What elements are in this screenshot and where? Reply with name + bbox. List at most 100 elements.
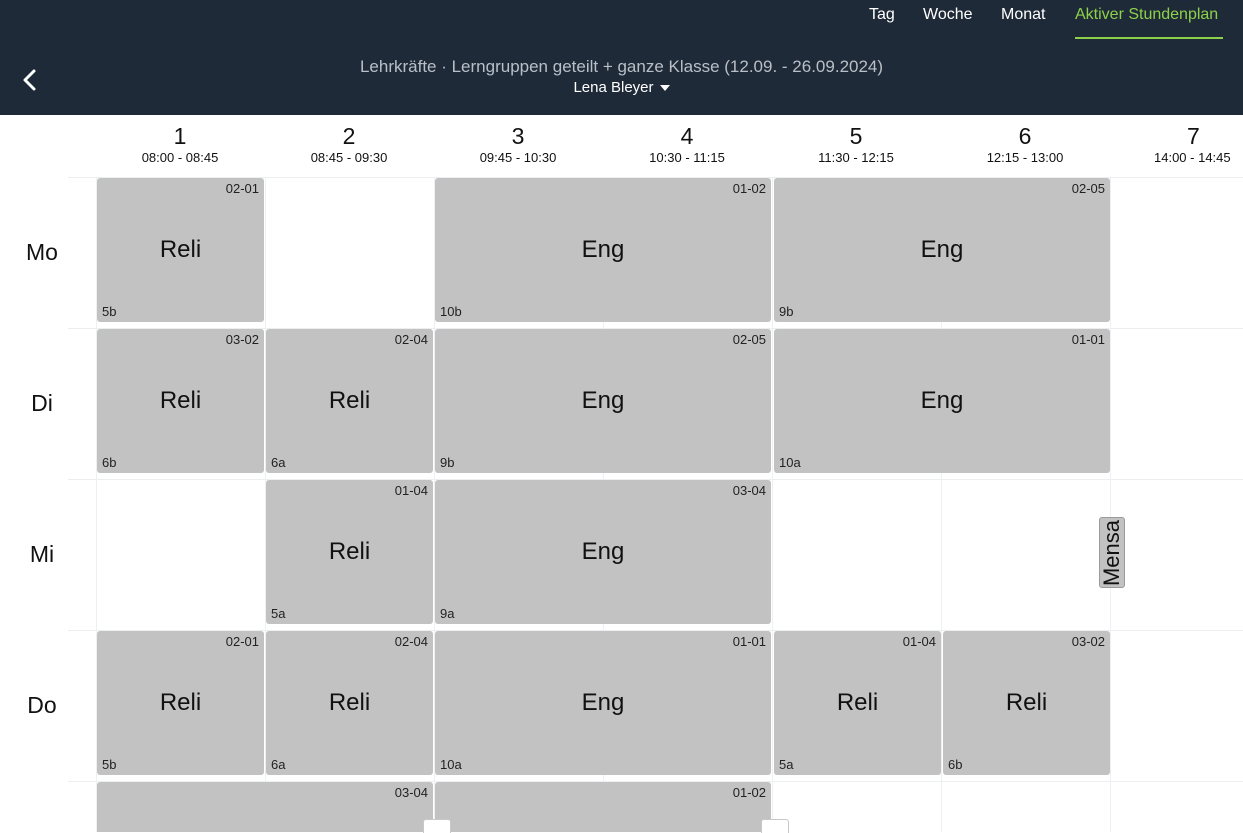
period-header-5: 5 11:30 - 12:15	[772, 122, 940, 166]
subject-label: Reli	[159, 387, 202, 414]
tab-day[interactable]: Tag	[869, 6, 895, 24]
lesson-cell[interactable]: 02-01 Reli 5b	[97, 178, 264, 322]
subject-label: Eng	[920, 387, 964, 414]
lesson-cell[interactable]: 01-01 Eng 10a	[774, 329, 1110, 473]
period-header-7: 7 14:00 - 14:45	[1110, 122, 1243, 166]
subject-label: Reli	[836, 689, 879, 716]
subject-label: Reli	[159, 689, 202, 716]
subject-label: Reli	[328, 387, 371, 414]
class-label: 9b	[779, 304, 794, 319]
period-number: 7	[1187, 123, 1200, 149]
period-number: 3	[511, 123, 525, 149]
class-label: 5a	[779, 757, 794, 772]
tab-active-schedule[interactable]: Aktiver Stundenplan	[1075, 6, 1218, 24]
lesson-cell[interactable]: 03-04	[97, 782, 433, 832]
room-label: 02-04	[394, 332, 428, 347]
lesson-cell[interactable]: 01-04 Reli 5a	[774, 631, 941, 775]
class-label: 6a	[271, 455, 286, 470]
room-label: 01-04	[394, 483, 428, 498]
class-label: 5b	[102, 304, 117, 319]
day-label-do: Do	[27, 692, 57, 718]
class-label: 9b	[440, 455, 455, 470]
room-label: 01-02	[732, 181, 766, 196]
mensa-break-block[interactable]: Mensa	[1099, 517, 1125, 588]
period-header-6: 6 12:15 - 13:00	[941, 122, 1109, 166]
period-time: 08:00 - 08:45	[141, 150, 219, 165]
room-label: 03-02	[1071, 634, 1105, 649]
app-header: Tag Woche Monat Aktiver Stundenplan Lehr…	[0, 0, 1243, 115]
lesson-cell[interactable]: 02-05 Eng 9b	[435, 329, 771, 473]
class-label: 6b	[948, 757, 963, 772]
resize-handle[interactable]	[423, 819, 451, 833]
room-label: 03-02	[225, 332, 259, 347]
lesson-cell[interactable]: 02-05 Eng 9b	[774, 178, 1110, 322]
room-label: 02-04	[394, 634, 428, 649]
room-label: 01-02	[732, 785, 766, 800]
period-time: 08:45 - 09:30	[310, 150, 388, 165]
room-label: 03-04	[732, 483, 766, 498]
lesson-cell[interactable]: 01-02	[435, 782, 771, 832]
resize-handle[interactable]	[761, 819, 789, 833]
period-number: 4	[680, 123, 694, 149]
tab-week[interactable]: Woche	[923, 6, 973, 24]
room-label: 02-05	[1071, 181, 1105, 196]
class-label: 5a	[271, 606, 286, 621]
lesson-cell[interactable]: 02-04 Reli 6a	[266, 329, 433, 473]
grid-line	[772, 178, 773, 832]
period-number: 2	[342, 123, 356, 149]
class-label: 5b	[102, 757, 117, 772]
period-header-1: 1 08:00 - 08:45	[96, 122, 264, 166]
room-label: 02-01	[225, 181, 259, 196]
subject-label: Reli	[159, 236, 202, 263]
period-time: 12:15 - 13:00	[986, 150, 1064, 165]
room-label: 02-01	[225, 634, 259, 649]
teacher-selector-wrap: Lena Bleyer	[0, 79, 1243, 97]
active-tab-indicator	[1075, 37, 1223, 39]
subject-label: Eng	[581, 387, 625, 414]
lesson-cell[interactable]: 03-02 Reli 6b	[97, 329, 264, 473]
day-label-mi: Mi	[29, 541, 55, 567]
period-number: 5	[849, 123, 863, 149]
room-label: 01-04	[902, 634, 936, 649]
period-time: 09:45 - 10:30	[479, 150, 557, 165]
lesson-cell[interactable]: 01-04 Reli 5a	[266, 480, 433, 624]
room-label: 03-04	[394, 785, 428, 800]
class-label: 10b	[440, 304, 462, 319]
class-label: 9a	[440, 606, 455, 621]
lesson-cell[interactable]: 02-04 Reli 6a	[266, 631, 433, 775]
class-label: 6b	[102, 455, 117, 470]
class-label: 10a	[440, 757, 462, 772]
grid-line	[1110, 178, 1111, 832]
period-time: 11:30 - 12:15	[818, 150, 894, 165]
subject-label: Reli	[328, 689, 371, 716]
subject-label: Eng	[920, 236, 964, 263]
teacher-name: Lena Bleyer	[573, 79, 654, 96]
period-number: 1	[173, 123, 187, 149]
caret-down-icon	[659, 85, 670, 92]
page-title: Lehrkräfte · Lerngruppen geteilt + ganze…	[359, 57, 884, 76]
lesson-cell[interactable]: 01-02 Eng 10b	[435, 178, 771, 322]
mensa-label: Mensa	[1099, 519, 1124, 586]
subject-label: Reli	[328, 538, 371, 565]
lesson-cell[interactable]: 02-01 Reli 5b	[97, 631, 264, 775]
period-time: 10:30 - 11:15	[649, 150, 725, 165]
period-header-3: 3 09:45 - 10:30	[434, 122, 602, 166]
day-label-mo: Mo	[26, 239, 58, 265]
lesson-cell[interactable]: 01-01 Eng 10a	[435, 631, 771, 775]
view-nav: Tag Woche Monat Aktiver Stundenplan	[0, 0, 1243, 40]
room-label: 02-05	[732, 332, 766, 347]
lesson-cell[interactable]: 03-04 Eng 9a	[435, 480, 771, 624]
teacher-selector[interactable]: Lena Bleyer	[573, 79, 670, 96]
period-header-4: 4 10:30 - 11:15	[603, 122, 771, 166]
subject-label: Eng	[581, 236, 625, 263]
subject-label: Reli	[1005, 689, 1048, 716]
day-label-di: Di	[31, 390, 53, 416]
period-header-2: 2 08:45 - 09:30	[265, 122, 433, 166]
tab-month[interactable]: Monat	[1001, 6, 1045, 24]
room-label: 01-01	[1071, 332, 1105, 347]
lesson-cell[interactable]: 03-02 Reli 6b	[943, 631, 1110, 775]
subject-label: Eng	[581, 689, 625, 716]
period-time: 14:00 - 14:45	[1154, 150, 1231, 165]
class-label: 6a	[271, 757, 286, 772]
period-number: 6	[1018, 123, 1032, 149]
